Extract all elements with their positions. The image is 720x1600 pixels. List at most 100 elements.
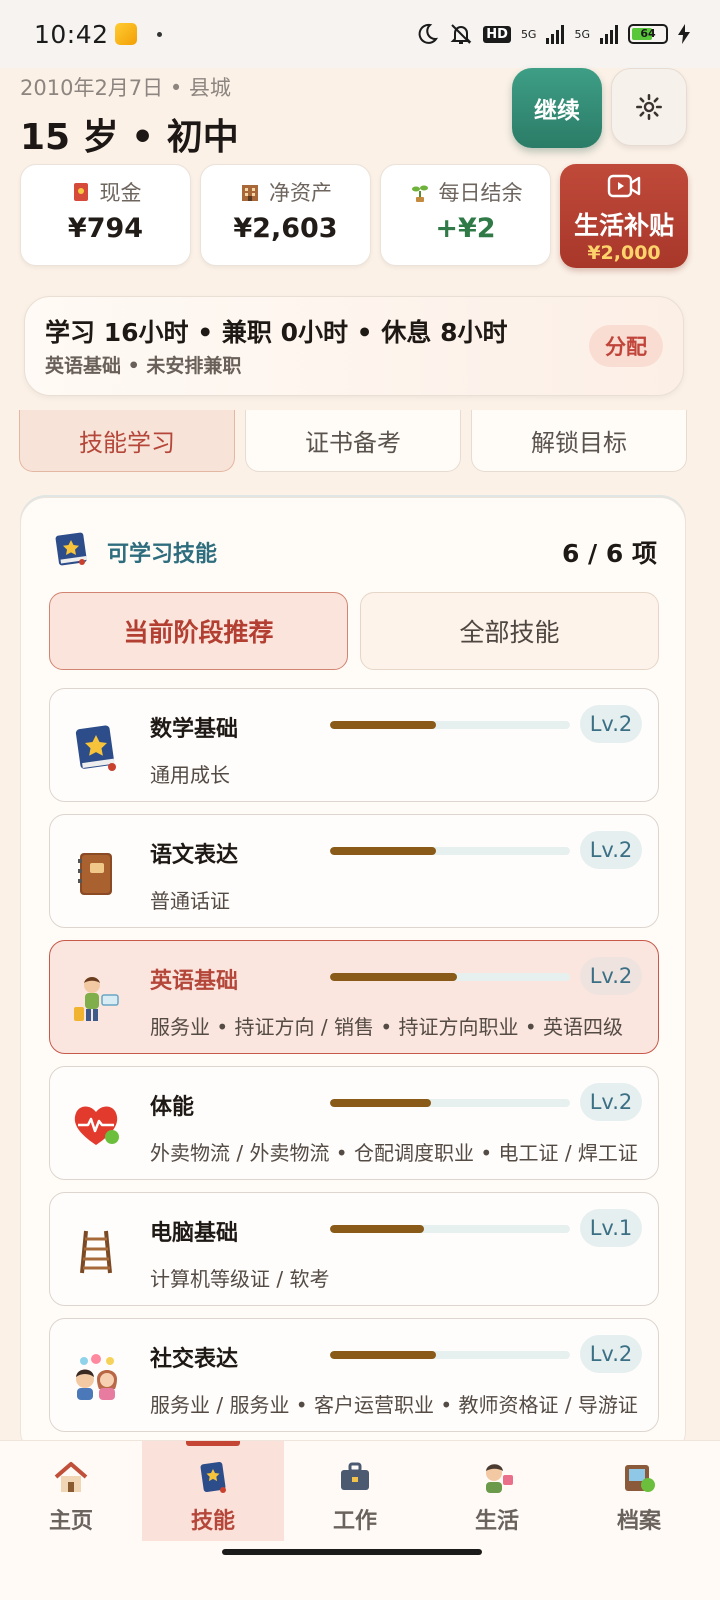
settings-button[interactable] <box>611 68 687 146</box>
skill-count: 6 / 6 项 <box>561 539 657 568</box>
skill-description: 计算机等级证 / 软考 <box>150 1267 330 1291</box>
skill-progress-fill <box>330 1351 436 1359</box>
network-type-right: 5G <box>574 27 590 41</box>
star-book-icon <box>75 725 116 771</box>
panel-title: 可学习技能 <box>107 542 218 567</box>
net-assets-label: 净资产 <box>269 181 332 205</box>
nav-life[interactable]: 生活 <box>426 1441 568 1541</box>
status-bar: 10:42 HD 5G 5G 64 <box>0 0 720 68</box>
net-assets-value: ¥2,603 <box>233 213 338 244</box>
schedule-summary: 学习 16小时 • 兼职 0小时 • 休息 8小时 <box>45 318 508 347</box>
skill-level-badge: Lv.2 <box>580 705 642 743</box>
video-icon <box>607 174 641 198</box>
signal-icon <box>546 24 565 44</box>
star-book-icon <box>55 532 87 566</box>
folder-icon <box>625 1465 655 1492</box>
network-type-left: 5G <box>520 27 537 41</box>
charging-icon <box>678 24 690 44</box>
living-subsidy-button[interactable]: 生活补贴 ¥2,000 <box>560 164 688 268</box>
skill-description: 通用成长 <box>150 763 230 787</box>
home-indicator[interactable] <box>222 1549 482 1555</box>
daily-balance-value: +¥2 <box>435 213 496 244</box>
tab-skill-learning[interactable]: 技能学习 <box>19 410 235 472</box>
skill-level-badge: Lv.1 <box>580 1209 642 1247</box>
skill-card-math[interactable]: 数学基础 Lv.2 通用成长 <box>49 688 659 802</box>
skill-card-stamina[interactable]: 体能 Lv.2 外卖物流 / 外卖物流 • 仓配调度职业 • 电工证 / 焊工证 <box>49 1066 659 1180</box>
skill-progress-fill <box>330 1099 431 1107</box>
bottom-nav: 主页 技能 工作 生活 档案 <box>0 1440 720 1600</box>
heart-icon <box>74 1106 119 1145</box>
skill-card-english[interactable]: 英语基础 Lv.2 服务业 • 持证方向 / 销售 • 持证方向职业 • 英语四… <box>49 940 659 1054</box>
traveler-icon <box>74 977 119 1021</box>
skill-card-social[interactable]: 社交表达 Lv.2 服务业 / 服务业 • 客户运营职业 • 教师资格证 / 导… <box>49 1318 659 1432</box>
net-assets-card[interactable]: 净资产 ¥2,603 <box>200 164 371 266</box>
nav-skills[interactable]: 技能 <box>142 1441 284 1541</box>
skill-progress-bar <box>330 721 570 729</box>
skill-level-badge: Lv.2 <box>580 1335 642 1373</box>
page-title: 15 岁 • 初中 <box>20 117 239 158</box>
nav-archive[interactable]: 档案 <box>568 1441 710 1541</box>
skill-name: 语文表达 <box>150 843 239 868</box>
skill-progress-bar <box>330 1351 570 1359</box>
skill-progress-fill <box>330 847 436 855</box>
signal-icon <box>600 24 618 44</box>
continue-button[interactable]: 继续 <box>512 68 602 148</box>
schedule-detail: 英语基础 • 未安排兼职 <box>45 355 242 377</box>
tab-unlock-goals[interactable]: 解锁目标 <box>471 410 687 472</box>
skill-description: 外卖物流 / 外卖物流 • 仓配调度职业 • 电工证 / 焊工证 <box>150 1141 638 1165</box>
skill-progress-fill <box>330 1225 424 1233</box>
skill-card-computer[interactable]: 电脑基础 Lv.1 计算机等级证 / 软考 <box>49 1192 659 1306</box>
allocate-button[interactable]: 分配 <box>589 325 663 367</box>
star-book-icon <box>200 1461 226 1493</box>
ladder-icon <box>80 1230 112 1274</box>
skill-card-chinese[interactable]: 语文表达 Lv.2 普通话证 <box>49 814 659 928</box>
battery-level: 64 <box>640 27 656 40</box>
status-time: 10:42 <box>34 19 109 49</box>
skill-name: 社交表达 <box>150 1347 239 1372</box>
daily-balance-label: 每日结余 <box>438 181 523 205</box>
bell-muted-icon <box>450 24 472 44</box>
nav-label: 技能 <box>190 1509 235 1534</box>
red-envelope-icon <box>73 183 88 201</box>
notebook-icon <box>78 853 112 895</box>
skill-description: 普通话证 <box>150 889 230 913</box>
cash-card[interactable]: 现金 ¥794 <box>20 164 191 266</box>
skill-progress-fill <box>330 721 436 729</box>
skill-name: 电脑基础 <box>150 1221 239 1246</box>
date-location: 2010年2月7日 • 县城 <box>20 76 231 100</box>
gear-icon <box>636 94 662 120</box>
briefcase-icon <box>341 1462 369 1490</box>
skill-progress-bar <box>330 847 570 855</box>
nav-work[interactable]: 工作 <box>284 1441 426 1541</box>
nav-label: 工作 <box>332 1509 377 1534</box>
nav-home[interactable]: 主页 <box>0 1441 142 1541</box>
skill-progress-bar <box>330 973 570 981</box>
nav-label: 主页 <box>48 1509 93 1534</box>
moon-icon <box>418 23 439 44</box>
skill-level-badge: Lv.2 <box>580 957 642 995</box>
skill-level-badge: Lv.2 <box>580 831 642 869</box>
cash-value: ¥794 <box>67 213 144 244</box>
subsidy-amount: ¥2,000 <box>587 242 661 264</box>
building-icon <box>242 185 258 201</box>
person-icon <box>486 1464 513 1493</box>
skill-progress-bar <box>330 1225 570 1233</box>
app-notification-icon <box>114 23 137 45</box>
nav-label: 生活 <box>474 1509 519 1534</box>
battery-icon: 64 <box>628 24 668 44</box>
skill-description: 服务业 • 持证方向 / 销售 • 持证方向职业 • 英语四级 <box>150 1015 623 1039</box>
skill-name: 英语基础 <box>150 969 239 994</box>
chatting-people-icon <box>76 1354 117 1400</box>
skill-panel: 可学习技能 6 / 6 项 当前阶段推荐 全部技能 数学基础 Lv.2 通用成长… <box>20 497 686 1457</box>
subsidy-title: 生活补贴 <box>573 211 674 240</box>
skill-name: 数学基础 <box>150 717 239 742</box>
nav-label: 档案 <box>616 1509 661 1534</box>
sprout-icon <box>411 185 428 202</box>
schedule-card[interactable]: 学习 16小时 • 兼职 0小时 • 休息 8小时 英语基础 • 未安排兼职 分… <box>24 296 684 396</box>
filter-recommended[interactable]: 当前阶段推荐 <box>49 592 348 670</box>
daily-balance-card[interactable]: 每日结余 +¥2 <box>380 164 551 266</box>
skill-progress-fill <box>330 973 458 981</box>
cash-label: 现金 <box>99 181 142 205</box>
filter-all-skills[interactable]: 全部技能 <box>360 592 659 670</box>
tab-certificate-prep[interactable]: 证书备考 <box>245 410 461 472</box>
